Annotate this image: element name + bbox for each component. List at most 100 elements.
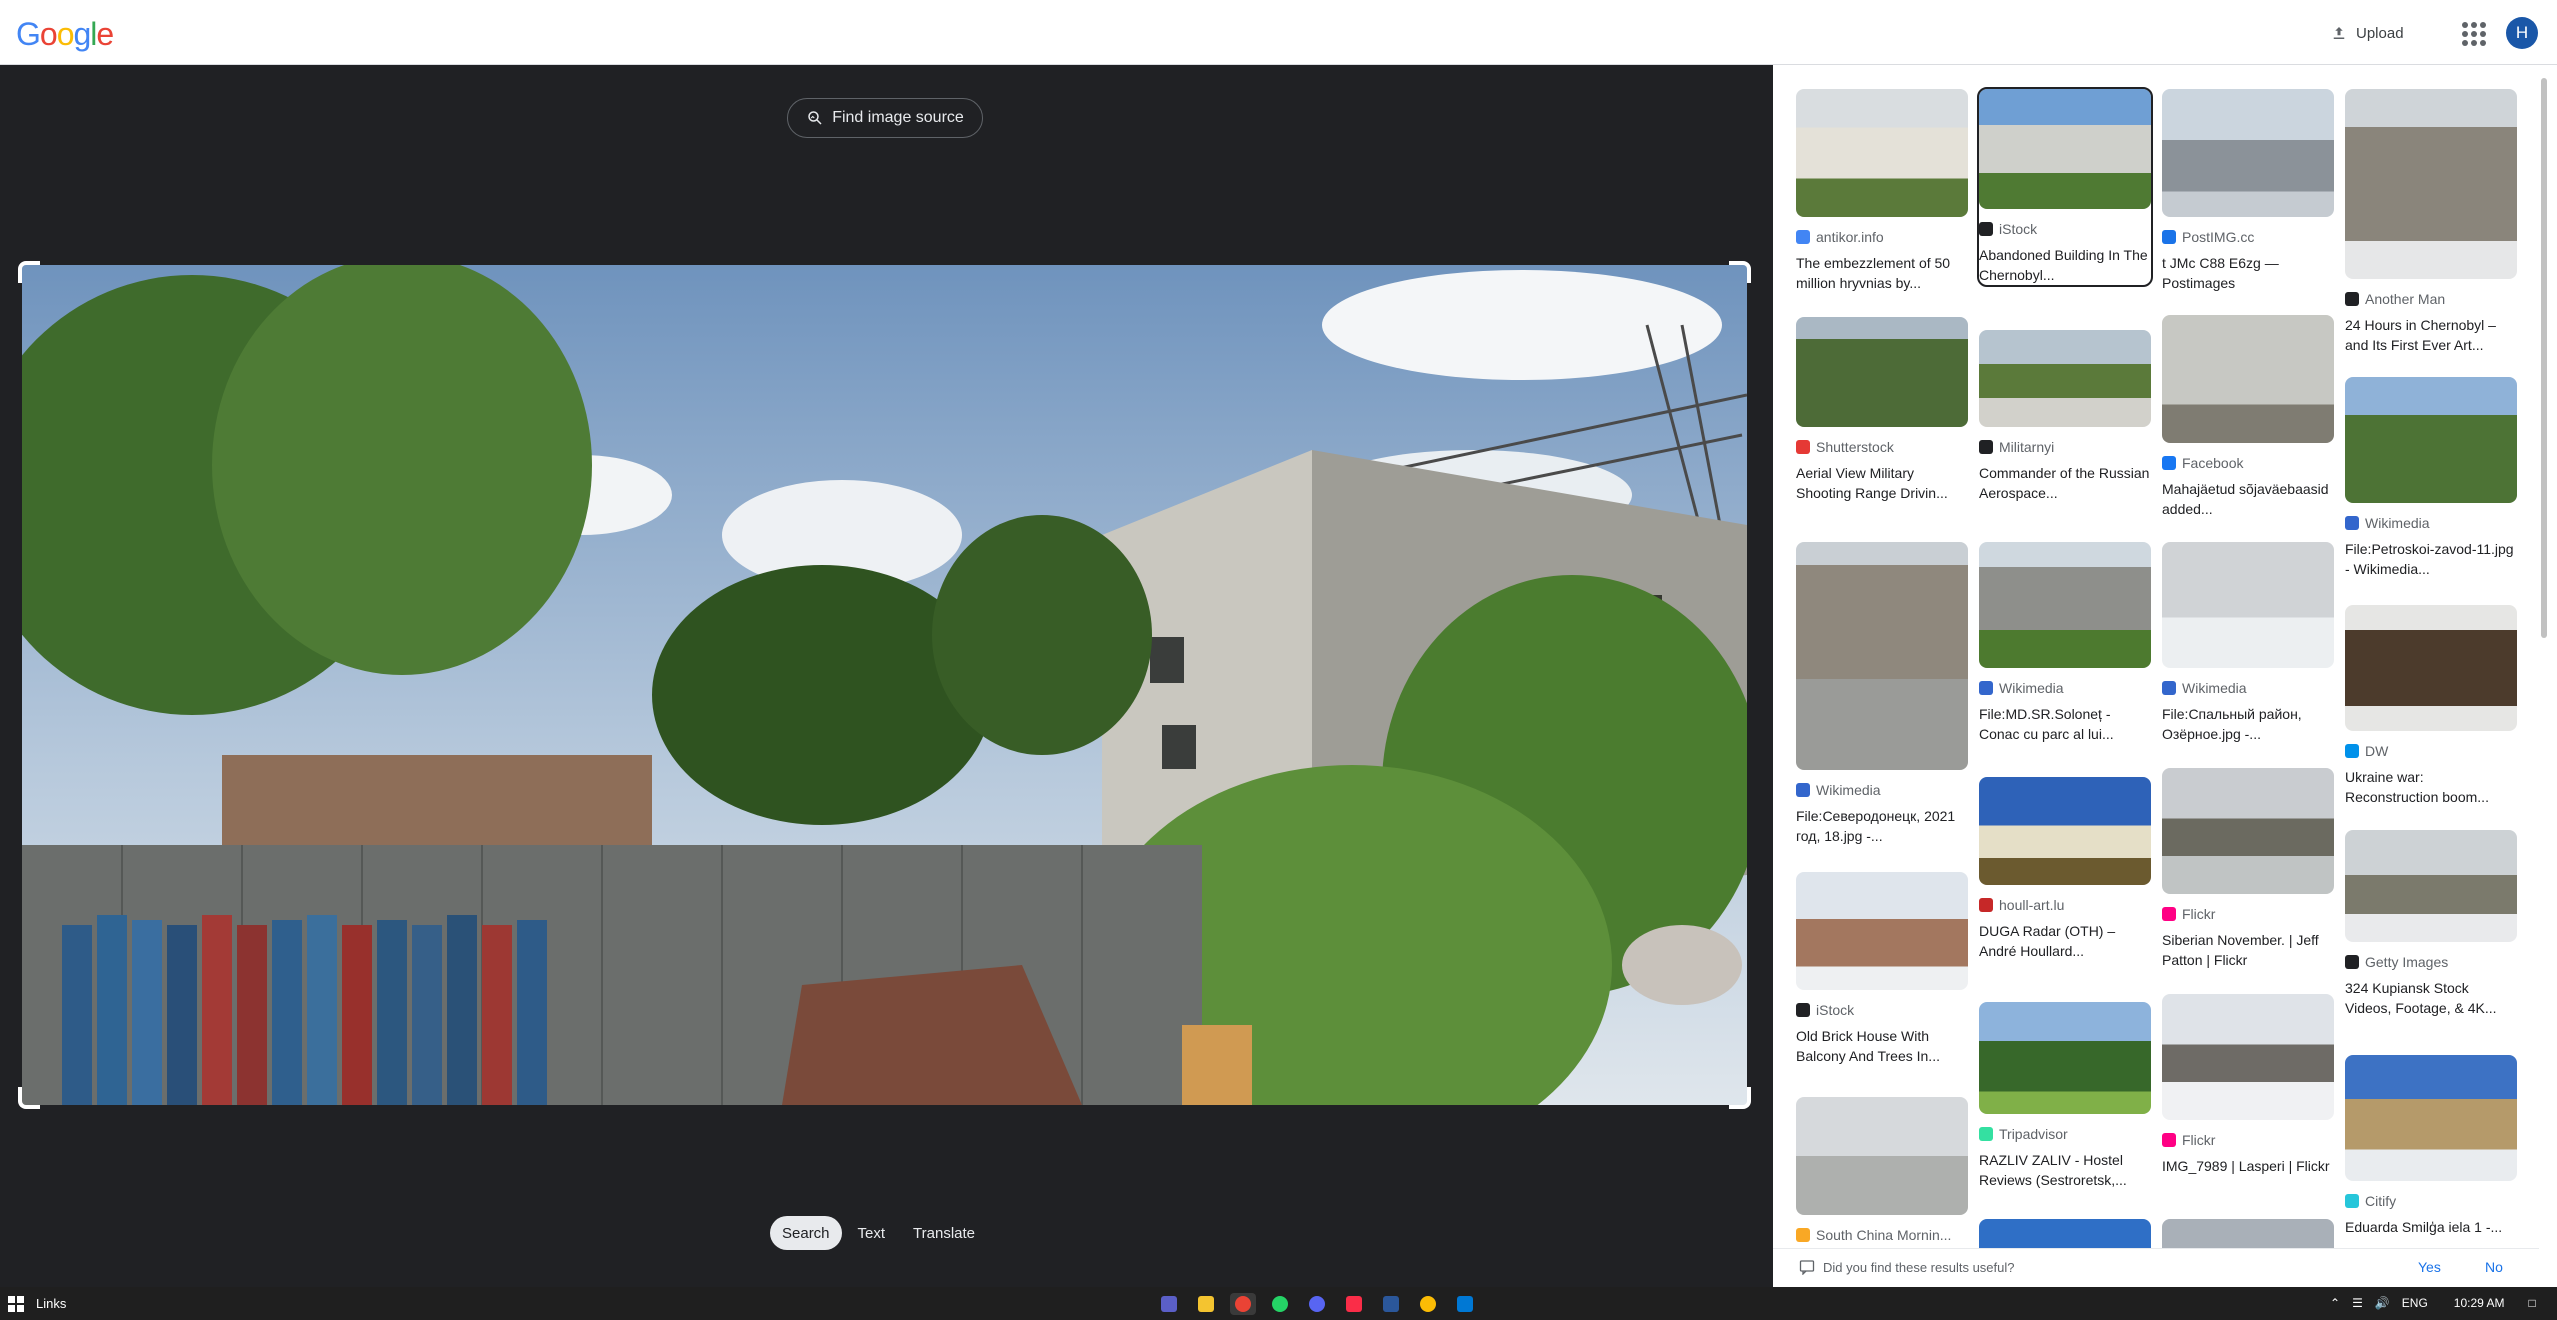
google-logo[interactable]: Google bbox=[16, 16, 114, 53]
logo-letter: e bbox=[96, 16, 114, 52]
result-card[interactable]: Facebook Mahajäetud sõjaväebaasid added.… bbox=[2162, 315, 2334, 519]
result-title[interactable]: RAZLIV ZALIV - Hostel Reviews (Sestroret… bbox=[1979, 1150, 2151, 1190]
result-card[interactable]: DW Ukraine war: Reconstruction boom... bbox=[2345, 605, 2517, 807]
favicon-icon bbox=[1796, 783, 1810, 797]
remote-desktop-icon[interactable] bbox=[1452, 1293, 1478, 1315]
chevron-up-icon[interactable]: ⌃ bbox=[2330, 1296, 2340, 1310]
result-card[interactable]: Wikimedia File:Северодонецк, 2021 год, 1… bbox=[1796, 542, 1968, 846]
result-thumbnail[interactable] bbox=[2162, 542, 2334, 668]
result-card[interactable]: Tripadvisor RAZLIV ZALIV - Hostel Review… bbox=[1979, 1002, 2151, 1190]
result-thumbnail[interactable] bbox=[1796, 1097, 1968, 1215]
result-thumbnail[interactable] bbox=[2162, 994, 2334, 1120]
links-toolbar[interactable]: Links bbox=[36, 1296, 66, 1311]
result-title[interactable]: File:Petroskoi-zavod-11.jpg - Wikimedia.… bbox=[2345, 539, 2517, 579]
result-thumbnail[interactable] bbox=[2345, 605, 2517, 731]
result-card[interactable]: Militarnyi Commander of the Russian Aero… bbox=[1979, 330, 2151, 503]
whatsapp-icon[interactable] bbox=[1267, 1293, 1293, 1315]
teams-icon[interactable] bbox=[1156, 1293, 1182, 1315]
file-explorer-icon[interactable] bbox=[1193, 1293, 1219, 1315]
result-card[interactable]: Citify Eduarda Smilģa iela 1 -... bbox=[2345, 1055, 2517, 1257]
discord-icon[interactable] bbox=[1304, 1293, 1330, 1315]
clock[interactable]: 10:29 AM bbox=[2454, 1296, 2505, 1310]
result-title[interactable]: File:MD.SR.Soloneț - Conac cu parc al lu… bbox=[1979, 704, 2151, 744]
network-icon[interactable]: ☰ bbox=[2352, 1296, 2363, 1310]
find-image-source-button[interactable]: Find image source bbox=[787, 98, 983, 138]
notifications-icon[interactable]: □ bbox=[2529, 1296, 2536, 1310]
result-card[interactable]: houll-art.lu DUGA Radar (OTH) – André Ho… bbox=[1979, 777, 2151, 961]
result-thumbnail[interactable] bbox=[1979, 777, 2151, 885]
crop-handle-bottom-right[interactable] bbox=[1729, 1087, 1751, 1109]
google-apps-icon[interactable] bbox=[2460, 20, 2486, 46]
result-thumbnail[interactable] bbox=[2345, 1055, 2517, 1181]
result-thumbnail[interactable] bbox=[1796, 542, 1968, 770]
result-thumbnail[interactable] bbox=[2345, 830, 2517, 942]
result-title[interactable]: 324 Kupiansk Stock Videos, Footage, & 4K… bbox=[2345, 978, 2517, 1018]
result-thumbnail[interactable] bbox=[1796, 89, 1968, 217]
result-title[interactable]: DUGA Radar (OTH) – André Houllard... bbox=[1979, 921, 2151, 961]
result-card[interactable]: Another Man 24 Hours in Chernobyl – and … bbox=[2345, 89, 2517, 355]
result-thumbnail[interactable] bbox=[1796, 317, 1968, 427]
result-card[interactable]: Wikimedia File:Спальный район, Озёрное.j… bbox=[2162, 542, 2334, 744]
results-scrollbar[interactable] bbox=[2541, 78, 2547, 638]
account-avatar[interactable]: H bbox=[2506, 17, 2538, 49]
result-thumbnail[interactable] bbox=[2162, 89, 2334, 217]
tab-text[interactable]: Text bbox=[846, 1216, 898, 1250]
result-thumbnail[interactable] bbox=[2345, 377, 2517, 503]
result-title[interactable]: Abandoned Building In The Chernobyl... bbox=[1979, 245, 2151, 285]
result-title[interactable]: Ukraine war: Reconstruction boom... bbox=[2345, 767, 2517, 807]
result-title[interactable]: File:Спальный район, Озёрное.jpg -... bbox=[2162, 704, 2334, 744]
crop-handle-top-right[interactable] bbox=[1729, 261, 1751, 283]
result-thumbnail[interactable] bbox=[1979, 542, 2151, 668]
result-source: DW bbox=[2365, 743, 2389, 759]
result-thumbnail[interactable] bbox=[1979, 1002, 2151, 1114]
favicon-icon bbox=[2162, 1133, 2176, 1147]
tab-translate[interactable]: Translate bbox=[901, 1216, 987, 1250]
result-card[interactable]: iStock Old Brick House With Balcony And … bbox=[1796, 872, 1968, 1066]
result-card[interactable]: South China Mornin... bbox=[1796, 1097, 1968, 1243]
result-card[interactable]: Flickr Siberian November. | Jeff Patton … bbox=[2162, 768, 2334, 970]
result-card[interactable]: Flickr IMG_7989 | Lasperi | Flickr bbox=[2162, 994, 2334, 1196]
favicon-icon bbox=[1796, 440, 1810, 454]
result-thumbnail[interactable] bbox=[1979, 330, 2151, 427]
feedback-no-button[interactable]: No bbox=[2485, 1259, 2503, 1275]
result-thumbnail[interactable] bbox=[1979, 89, 2151, 209]
tab-search[interactable]: Search bbox=[770, 1216, 842, 1250]
crop-handle-bottom-left[interactable] bbox=[18, 1087, 40, 1109]
result-title[interactable]: The embezzlement of 50 million hryvnias … bbox=[1796, 253, 1968, 293]
word-icon[interactable] bbox=[1378, 1293, 1404, 1315]
result-source: Flickr bbox=[2182, 1132, 2216, 1148]
result-card[interactable]: antikor.info The embezzlement of 50 mill… bbox=[1796, 89, 1968, 293]
result-card[interactable]: Getty Images 324 Kupiansk Stock Videos, … bbox=[2345, 830, 2517, 1018]
volume-icon[interactable]: 🔊 bbox=[2375, 1296, 2390, 1310]
result-title[interactable]: Commander of the Russian Aerospace... bbox=[1979, 463, 2151, 503]
feedback-yes-button[interactable]: Yes bbox=[2418, 1259, 2441, 1275]
result-title[interactable]: Aerial View Military Shooting Range Driv… bbox=[1796, 463, 1968, 503]
pinned-apps bbox=[1156, 1293, 1478, 1315]
upload-button[interactable]: Upload bbox=[2330, 18, 2404, 48]
result-title[interactable]: t JMc C88 E6zg — Postimages bbox=[2162, 253, 2334, 293]
chrome-icon[interactable] bbox=[1230, 1293, 1256, 1315]
result-thumbnail[interactable] bbox=[1796, 872, 1968, 990]
feedback-question: Did you find these results useful? bbox=[1823, 1259, 2015, 1275]
result-title[interactable]: Old Brick House With Balcony And Trees I… bbox=[1796, 1026, 1968, 1066]
result-title[interactable]: IMG_7989 | Lasperi | Flickr bbox=[2162, 1156, 2334, 1196]
result-title[interactable]: Siberian November. | Jeff Patton | Flick… bbox=[2162, 930, 2334, 970]
result-title[interactable]: 24 Hours in Chernobyl – and Its First Ev… bbox=[2345, 315, 2517, 355]
crop-handle-top-left[interactable] bbox=[18, 261, 40, 283]
result-card[interactable]: PostIMG.cc t JMc C88 E6zg — Postimages bbox=[2162, 89, 2334, 293]
result-card[interactable]: Wikimedia File:MD.SR.Soloneț - Conac cu … bbox=[1979, 542, 2151, 744]
result-title[interactable]: File:Северодонецк, 2021 год, 18.jpg -... bbox=[1796, 806, 1968, 846]
system-tray: ⌃ ☰ 🔊 ENG 10:29 AM □ bbox=[2330, 1296, 2536, 1310]
music-icon[interactable] bbox=[1341, 1293, 1367, 1315]
language-indicator[interactable]: ENG bbox=[2402, 1296, 2428, 1310]
lens-mode-tabs: Search Text Translate bbox=[770, 1215, 987, 1251]
result-card[interactable]: Wikimedia File:Petroskoi-zavod-11.jpg - … bbox=[2345, 377, 2517, 579]
result-thumbnail[interactable] bbox=[2345, 89, 2517, 279]
windows-start-icon[interactable] bbox=[8, 1296, 24, 1312]
result-card[interactable]: iStock Abandoned Building In The Chernob… bbox=[1977, 87, 2153, 287]
result-thumbnail[interactable] bbox=[2162, 768, 2334, 894]
chrome-profile-icon[interactable] bbox=[1415, 1293, 1441, 1315]
result-card[interactable]: Shutterstock Aerial View Military Shooti… bbox=[1796, 317, 1968, 503]
result-thumbnail[interactable] bbox=[2162, 315, 2334, 443]
result-title[interactable]: Mahajäetud sõjaväebaasid added... bbox=[2162, 479, 2334, 519]
